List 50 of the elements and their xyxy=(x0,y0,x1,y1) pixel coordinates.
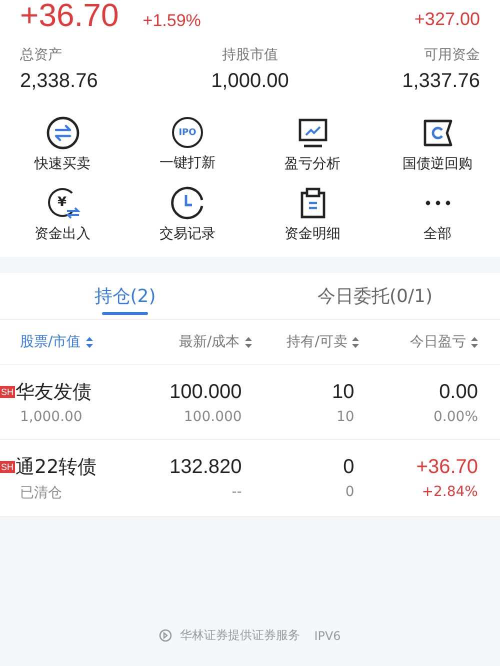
shortcut-label[interactable]: 快速买卖 xyxy=(34,155,90,173)
today-pnl: +36.70 xyxy=(416,455,478,480)
shortcut-label[interactable]: 一键打新 xyxy=(160,154,216,172)
sellable-qty: 10 xyxy=(336,409,354,425)
today-pnl-percent: 0.00% xyxy=(434,409,478,425)
swap-icon[interactable] xyxy=(44,115,80,151)
stock-name[interactable]: 通22转债 xyxy=(16,454,97,480)
today-pnl-percent: +2.84% xyxy=(422,484,478,500)
footer-text: 华林证券提供证券服务 xyxy=(180,627,300,644)
column-header[interactable]: 今日盈亏 xyxy=(410,333,466,351)
cost-price: -- xyxy=(232,484,242,500)
stat-value: 1,000.00 xyxy=(211,70,289,93)
clock-icon[interactable] xyxy=(170,185,206,221)
latest-price: 132.820 xyxy=(170,455,242,480)
sellable-qty: 0 xyxy=(345,484,354,500)
stat-label: 可用资金 xyxy=(424,46,480,64)
shortcut-label[interactable]: 盈亏分析 xyxy=(284,155,340,173)
footer-label: IPV6 xyxy=(314,628,341,642)
tab[interactable]: 今日委托(0/1) xyxy=(250,273,500,319)
holding-qty: 10 xyxy=(332,380,354,405)
shortcut-label[interactable]: 国债逆回购 xyxy=(402,155,472,173)
stat-label: 持股市值 xyxy=(222,46,278,64)
market-value: 1,000.00 xyxy=(20,409,84,425)
stat-value: 1,337.76 xyxy=(402,70,480,93)
market-badge: SH xyxy=(0,461,15,473)
tab[interactable]: 持仓(2) xyxy=(0,273,250,319)
profit-value: +327.00 xyxy=(414,9,480,30)
ipo-icon[interactable]: IPO xyxy=(172,117,203,148)
shortcut-label[interactable]: 资金明细 xyxy=(284,225,340,243)
market-value: 已清仓 xyxy=(20,484,63,502)
sort-icon[interactable] xyxy=(352,336,360,348)
column-header[interactable]: 持有/可卖 xyxy=(286,333,348,351)
shortcut-label[interactable]: 资金出入 xyxy=(34,225,90,243)
cost-price: 100.000 xyxy=(184,409,242,425)
column-header[interactable]: 最新/成本 xyxy=(178,333,240,351)
profit-amount: +36.70 xyxy=(20,0,119,30)
stat-label: 总资产 xyxy=(20,46,63,64)
sort-icon[interactable] xyxy=(471,336,478,348)
shortcut-label[interactable]: 交易记录 xyxy=(160,225,216,243)
market-badge: SH xyxy=(0,386,15,398)
latest-price: 100.000 xyxy=(170,380,242,405)
sort-icon[interactable] xyxy=(86,336,93,348)
stock-name[interactable]: 华友发债 xyxy=(16,379,92,405)
profit-percent: +1.59% xyxy=(142,11,201,31)
column-header[interactable]: 股票/市值 xyxy=(20,333,81,351)
sort-icon[interactable] xyxy=(244,336,252,348)
shortcut-label[interactable]: 全部 xyxy=(424,225,452,243)
today-pnl: 0.00 xyxy=(439,380,478,405)
stat-value: 2,338.76 xyxy=(20,70,98,93)
holding-qty: 0 xyxy=(343,455,354,480)
